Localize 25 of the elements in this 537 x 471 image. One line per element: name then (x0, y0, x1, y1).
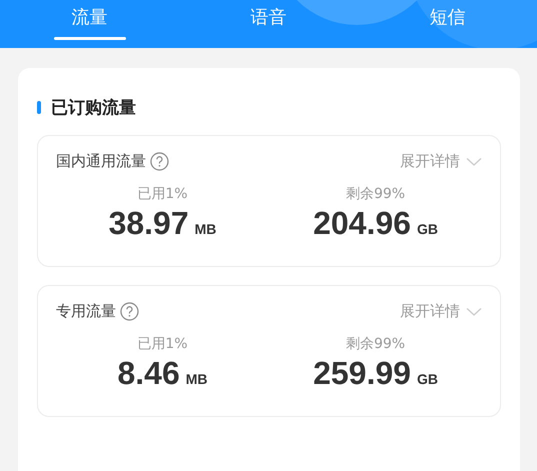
expand-details-button[interactable]: 展开详情 (400, 152, 482, 171)
chevron-down-icon (466, 156, 482, 166)
stat-unit: MB (186, 371, 208, 387)
stat-label: 已用1% (137, 185, 188, 203)
tab[interactable]: 流量 (0, 0, 179, 48)
help-icon[interactable] (150, 152, 169, 171)
stat-value: 38.97 (108, 205, 189, 242)
tab[interactable]: 语音 (179, 0, 358, 48)
stat-unit: GB (416, 371, 438, 387)
stat-value: 8.46 (117, 355, 180, 392)
section-marker (37, 101, 41, 114)
tab[interactable]: 短信 (358, 0, 537, 48)
package-name: 国内通用流量 (56, 152, 146, 171)
stat-unit: MB (194, 221, 216, 237)
stat-label: 剩余99% (346, 335, 406, 353)
chevron-down-icon (466, 306, 482, 316)
section-title: 已订购流量 (51, 97, 136, 119)
expand-details-button[interactable]: 展开详情 (400, 302, 482, 321)
help-icon[interactable] (120, 302, 139, 321)
stat-value: 259.99 (313, 355, 411, 392)
stat-value: 204.96 (313, 205, 411, 242)
stat-label: 剩余99% (346, 185, 406, 203)
stat-unit: GB (416, 221, 438, 237)
package-name: 专用流量 (56, 302, 116, 321)
stat-label: 已用1% (137, 335, 188, 353)
